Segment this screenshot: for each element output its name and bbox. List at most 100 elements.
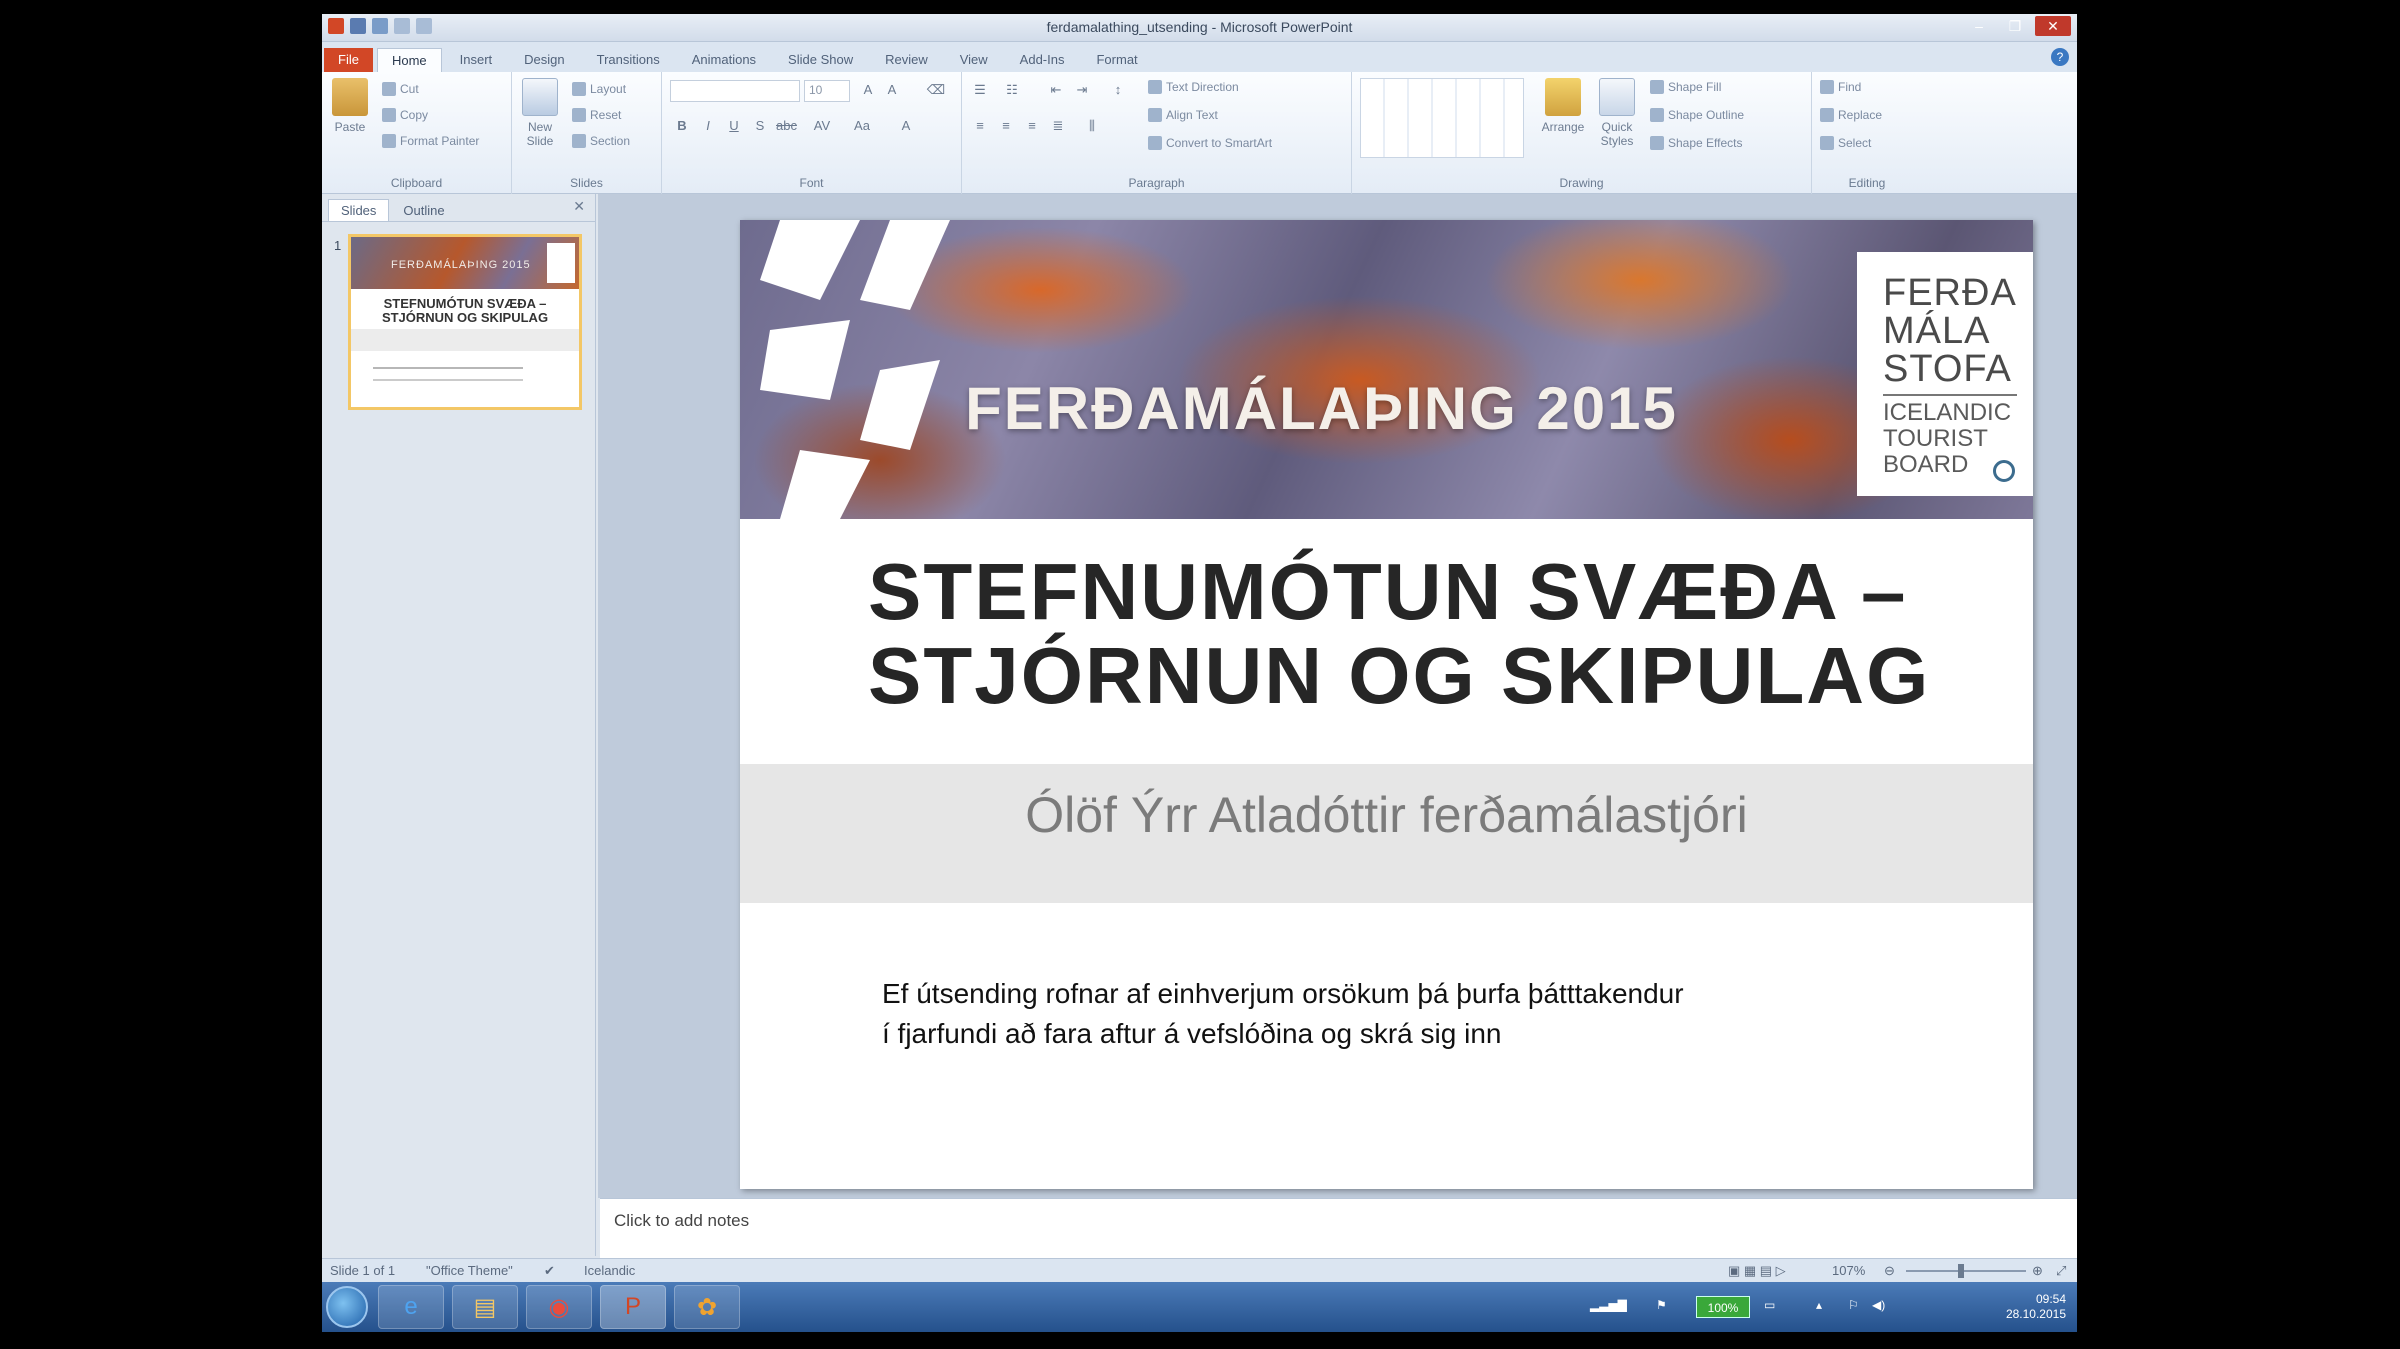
section-button[interactable]: Section [572, 134, 630, 148]
arrange-button[interactable]: Arrange [1538, 78, 1588, 134]
tab-design[interactable]: Design [510, 48, 578, 72]
paste-button[interactable]: Paste [328, 78, 372, 134]
taskbar: e ▤ ◉ P ✿ ▂▃▅▇ ⚑ 100% ▭ ▴ ⚐ ◀) 09:54 28.… [322, 1282, 2077, 1332]
align-left-icon[interactable]: ≡ [970, 116, 990, 136]
spellcheck-icon[interactable]: ✔ [544, 1263, 555, 1279]
shape-fill-button[interactable]: Shape Fill [1650, 80, 1721, 94]
close-icon[interactable]: ✕ [573, 198, 585, 215]
tab-transitions[interactable]: Transitions [583, 48, 674, 72]
battery-indicator[interactable]: 100% [1696, 1296, 1750, 1318]
language[interactable]: Icelandic [584, 1263, 635, 1278]
zoom-slider[interactable] [1906, 1270, 2026, 1272]
align-center-icon[interactable]: ≡ [996, 116, 1016, 136]
view-buttons[interactable]: ▣ ▦ ▤ ▷ [1728, 1263, 1786, 1279]
layout-button[interactable]: Layout [572, 82, 626, 96]
internet-explorer-icon[interactable]: e [378, 1285, 444, 1329]
grow-font-icon[interactable]: A [858, 80, 878, 100]
zoom-level[interactable]: 107% [1832, 1263, 1865, 1278]
zoom-out-icon[interactable]: ⊖ [1884, 1263, 1895, 1279]
show-hidden-icon[interactable]: ▴ [1816, 1298, 1822, 1312]
scissors-icon [382, 82, 396, 96]
slide-title[interactable]: STEFNUMÓTUN SVÆÐA – STJÓRNUN OG SKIPULAG [868, 550, 1988, 718]
align-right-icon[interactable]: ≡ [1022, 116, 1042, 136]
tab-view[interactable]: View [946, 48, 1002, 72]
decrease-indent-icon[interactable]: ⇤ [1046, 80, 1066, 100]
strikethrough-icon[interactable]: abc [776, 116, 797, 136]
tab-animations[interactable]: Animations [678, 48, 770, 72]
italic-icon[interactable]: I [698, 116, 718, 136]
minimize-button[interactable]: ‒ [1961, 16, 1997, 36]
text-direction-button[interactable]: Text Direction [1148, 80, 1239, 94]
find-button[interactable]: Find [1820, 80, 1861, 94]
tray-icon[interactable]: ⚑ [1656, 1298, 1667, 1312]
tab-outline[interactable]: Outline [391, 200, 456, 221]
zoom-slider-thumb[interactable] [1958, 1264, 1964, 1278]
columns-icon[interactable]: ⫼ [1082, 116, 1102, 136]
numbering-icon[interactable]: ☷ [1002, 80, 1022, 100]
logo-text-bottom: ICELANDIC TOURIST BOARD [1883, 400, 2011, 478]
chrome-icon[interactable]: ◉ [526, 1285, 592, 1329]
tab-file[interactable]: File [324, 48, 373, 72]
align-text-icon [1148, 108, 1162, 122]
volume-icon[interactable]: ◀) [1872, 1298, 1885, 1312]
file-explorer-icon[interactable]: ▤ [452, 1285, 518, 1329]
convert-smartart-button[interactable]: Convert to SmartArt [1148, 136, 1272, 150]
fit-slide-icon[interactable]: ⤢ [2056, 1263, 2066, 1279]
justify-icon[interactable]: ≣ [1048, 116, 1068, 136]
zoom-in-icon[interactable]: ⊕ [2032, 1263, 2043, 1279]
close-button[interactable]: ✕ [2035, 16, 2071, 36]
cut-button[interactable]: Cut [382, 82, 419, 96]
start-button[interactable] [326, 1286, 368, 1328]
shape-effects-button[interactable]: Shape Effects [1650, 136, 1743, 150]
maximize-button[interactable]: ❐ [1997, 16, 2033, 36]
clear-format-icon[interactable]: ⌫ [926, 80, 946, 100]
new-slide-button[interactable]: New Slide [518, 78, 562, 148]
tab-slides[interactable]: Slides [328, 199, 390, 221]
select-button[interactable]: Select [1820, 136, 1871, 150]
slide-thumbnail[interactable]: FERÐAMÁLAÞING 2015 STEFNUMÓTUN SVÆÐA – S… [348, 234, 582, 410]
shapes-gallery[interactable] [1360, 78, 1524, 158]
tab-review[interactable]: Review [871, 48, 942, 72]
help-icon[interactable]: ? [2051, 48, 2069, 66]
line-spacing-icon[interactable]: ↕ [1108, 80, 1128, 100]
shrink-font-icon[interactable]: A [882, 80, 902, 100]
tab-add-ins[interactable]: Add-Ins [1006, 48, 1079, 72]
network-icon[interactable]: ▂▃▅▇ [1590, 1298, 1627, 1312]
arrange-label: Arrange [1541, 120, 1585, 134]
font-color-icon[interactable]: A [896, 116, 916, 136]
increase-indent-icon[interactable]: ⇥ [1072, 80, 1092, 100]
char-spacing-icon[interactable]: AV [812, 116, 832, 136]
app-flower-icon[interactable]: ✿ [674, 1285, 740, 1329]
bold-icon[interactable]: B [672, 116, 692, 136]
copy-label: Copy [400, 108, 429, 122]
copy-button[interactable]: Copy [382, 108, 428, 122]
replace-button[interactable]: Replace [1820, 108, 1882, 122]
clock[interactable]: 09:54 28.10.2015 [2006, 1292, 2066, 1322]
monitor-icon[interactable]: ▭ [1764, 1298, 1775, 1312]
tab-insert[interactable]: Insert [446, 48, 507, 72]
replace-label: Replace [1838, 108, 1883, 122]
quick-styles-button[interactable]: Quick Styles [1592, 78, 1642, 148]
flag-icon[interactable]: ⚐ [1848, 1298, 1859, 1312]
slide[interactable]: FERÐAMÁLAÞING 2015 FERÐA MÁLA STOFA ICEL… [740, 220, 2033, 1189]
tab-format[interactable]: Format [1082, 48, 1151, 72]
reset-button[interactable]: Reset [572, 108, 621, 122]
slide-subtitle[interactable]: Ólöf Ýrr Atladóttir ferðamálastjóri [740, 786, 2033, 844]
notes-pane[interactable]: Click to add notes [600, 1198, 2077, 1258]
shape-outline-button[interactable]: Shape Outline [1650, 108, 1744, 122]
section-icon [572, 134, 586, 148]
format-painter-button[interactable]: Format Painter [382, 134, 479, 148]
font-size-combo[interactable]: 10 [804, 80, 850, 102]
bullets-icon[interactable]: ☰ [970, 80, 990, 100]
font-name-combo[interactable] [670, 80, 800, 102]
underline-icon[interactable]: U [724, 116, 744, 136]
logo-line: TOURIST [1883, 425, 1988, 452]
powerpoint-taskbar-icon[interactable]: P [600, 1285, 666, 1329]
tab-slide-show[interactable]: Slide Show [774, 48, 867, 72]
ribbon: Paste Cut Copy Format Painter Clipboard … [322, 72, 2077, 194]
align-text-button[interactable]: Align Text [1148, 108, 1218, 122]
shadow-icon[interactable]: S [750, 116, 770, 136]
tab-home[interactable]: Home [376, 48, 442, 72]
change-case-icon[interactable]: Aa [852, 116, 872, 136]
slide-body-text[interactable]: Ef útsending rofnar af einhverjum orsöku… [882, 974, 1842, 1054]
